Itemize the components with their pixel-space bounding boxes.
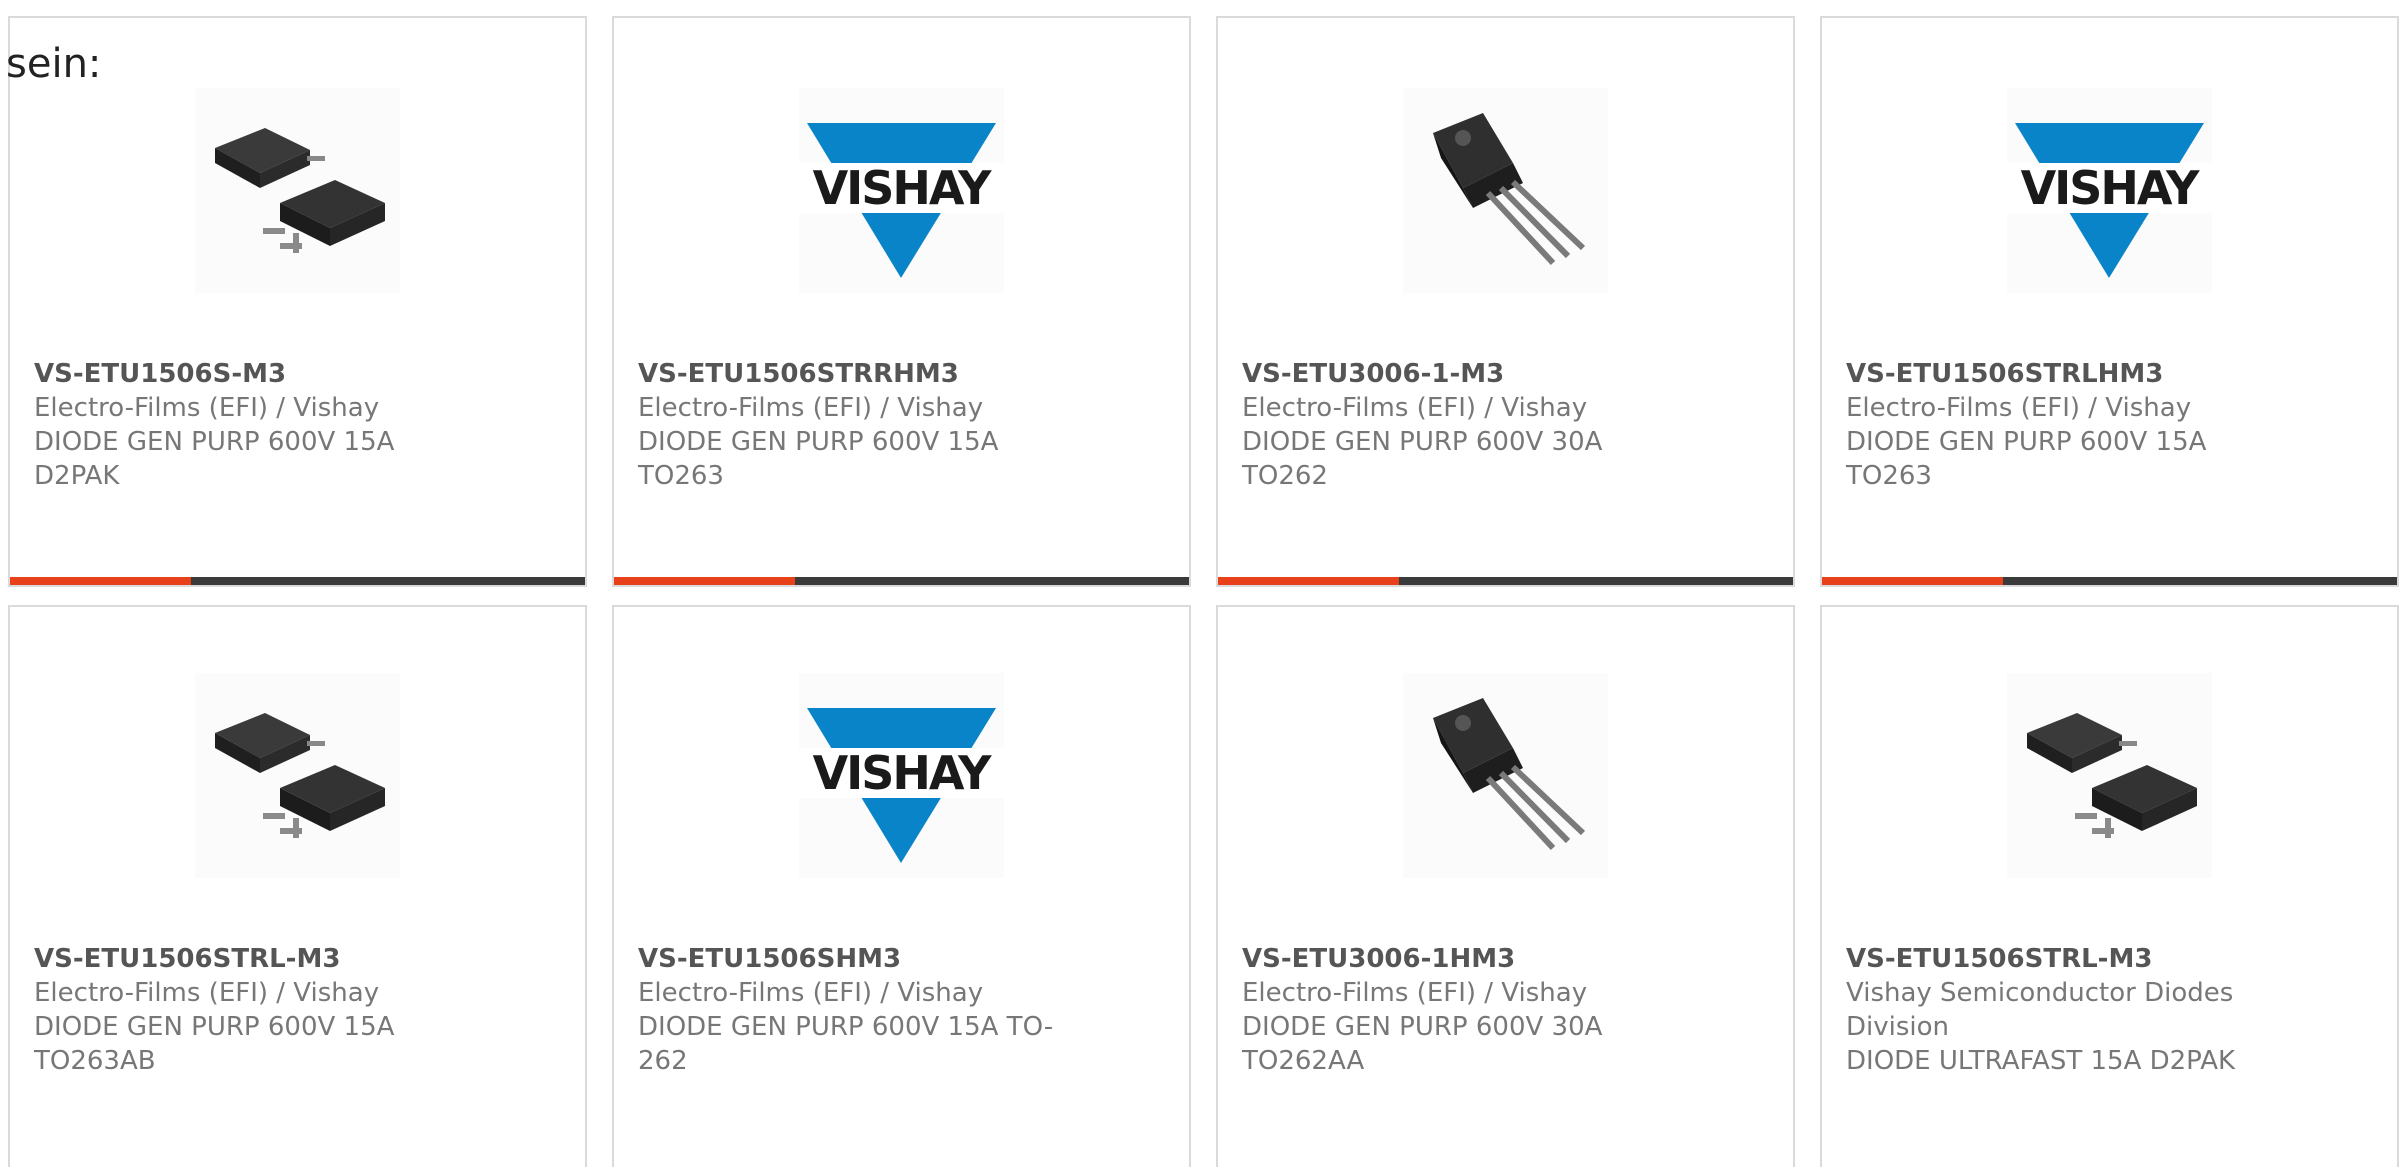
card-bottom-bar xyxy=(1822,577,2397,585)
product-details: VS-ETU1506STRRHM3 Electro-Films (EFI) / … xyxy=(638,357,1088,493)
vishay-logo: VISHAY xyxy=(799,123,1004,278)
part-number-link[interactable]: VS-ETU1506STRLHM3 xyxy=(1846,357,2296,391)
to262-package-icon xyxy=(1433,113,1586,266)
package-text: TO262 xyxy=(1242,461,1328,491)
part-number-link[interactable]: VS-ETU1506STRL-M3 xyxy=(1846,942,2296,976)
manufacturer-text: Vishay Semiconductor Diodes xyxy=(1846,978,2234,1008)
card-bar-accent xyxy=(10,577,191,585)
intro-text: sein: xyxy=(6,41,102,87)
manufacturer-text: Electro-Films (EFI) / Vishay xyxy=(638,393,984,423)
manufacturer-text: Electro-Films (EFI) / Vishay xyxy=(1242,978,1588,1008)
product-image[interactable]: VISHAY xyxy=(614,673,1189,878)
description-text: DIODE GEN PURP 600V 30A xyxy=(1242,1012,1603,1042)
product-card[interactable]: VS-ETU1506STRL-M3 Electro-Films (EFI) / … xyxy=(8,605,587,1167)
svg-text:VISHAY: VISHAY xyxy=(813,746,993,800)
product-image[interactable]: VISHAY xyxy=(614,88,1189,293)
card-bottom-bar xyxy=(1218,577,1793,585)
page: sein: VS-ETU1506S-M3 Electro-Films (EFI)… xyxy=(0,0,2400,1167)
description-text: DIODE GEN PURP 600V 15A xyxy=(34,1012,395,1042)
description-text: DIODE GEN PURP 600V 15A xyxy=(638,427,999,457)
product-image[interactable]: VISHAY xyxy=(1822,88,2397,293)
manufacturer-text: Electro-Films (EFI) / Vishay xyxy=(638,978,984,1008)
card-bar-accent xyxy=(1822,577,2003,585)
part-number-link[interactable]: VS-ETU3006-1-M3 xyxy=(1242,357,1692,391)
package-text: TO263 xyxy=(638,461,724,491)
package-text: TO263 xyxy=(1846,461,1932,491)
card-bar-accent xyxy=(614,577,795,585)
to262-package-icon xyxy=(1433,698,1586,851)
package-text: TO263AB xyxy=(34,1046,156,1076)
svg-text:VISHAY: VISHAY xyxy=(2021,161,2201,215)
product-image[interactable] xyxy=(10,673,585,878)
package-text: TO262AA xyxy=(1242,1046,1365,1076)
manufacturer-text: Electro-Films (EFI) / Vishay xyxy=(1242,393,1588,423)
vishay-logo: VISHAY xyxy=(799,708,1004,863)
card-bottom-bar xyxy=(614,577,1189,585)
description-text: DIODE GEN PURP 600V 15A TO- xyxy=(638,1012,1054,1042)
package-text: D2PAK xyxy=(34,461,120,491)
part-number-link[interactable]: VS-ETU1506STRL-M3 xyxy=(34,942,484,976)
card-bottom-bar xyxy=(10,577,585,585)
product-details: VS-ETU3006-1HM3 Electro-Films (EFI) / Vi… xyxy=(1242,942,1692,1078)
part-number-link[interactable]: VS-ETU1506SHM3 xyxy=(638,942,1088,976)
product-card[interactable]: VS-ETU3006-1HM3 Electro-Films (EFI) / Vi… xyxy=(1216,605,1795,1167)
part-number-link[interactable]: VS-ETU1506S-M3 xyxy=(34,357,484,391)
product-details: VS-ETU1506S-M3 Electro-Films (EFI) / Vis… xyxy=(34,357,484,493)
product-details: VS-ETU1506STRL-M3 Vishay Semiconductor D… xyxy=(1846,942,2296,1078)
vishay-logo: VISHAY xyxy=(2007,123,2212,278)
product-details: VS-ETU1506STRLHM3 Electro-Films (EFI) / … xyxy=(1846,357,2296,493)
product-details: VS-ETU3006-1-M3 Electro-Films (EFI) / Vi… xyxy=(1242,357,1692,493)
description-text: DIODE GEN PURP 600V 30A xyxy=(1242,427,1603,457)
d2pak-package-icon xyxy=(2027,713,2197,838)
product-card[interactable]: VS-ETU1506STRL-M3 Vishay Semiconductor D… xyxy=(1820,605,2399,1167)
product-card[interactable]: VS-ETU1506S-M3 Electro-Films (EFI) / Vis… xyxy=(8,16,587,587)
product-image[interactable] xyxy=(1218,88,1793,293)
product-card[interactable]: VISHAY VS-ETU1506STRLHM3 Electro-Films (… xyxy=(1820,16,2399,587)
manufacturer-text: Electro-Films (EFI) / Vishay xyxy=(34,978,380,1008)
product-image[interactable] xyxy=(10,88,585,293)
product-card[interactable]: VS-ETU3006-1-M3 Electro-Films (EFI) / Vi… xyxy=(1216,16,1795,587)
manufacturer-text: Electro-Films (EFI) / Vishay xyxy=(34,393,380,423)
product-details: VS-ETU1506STRL-M3 Electro-Films (EFI) / … xyxy=(34,942,484,1078)
product-grid: VS-ETU1506S-M3 Electro-Films (EFI) / Vis… xyxy=(8,16,2399,1167)
part-number-link[interactable]: VS-ETU3006-1HM3 xyxy=(1242,942,1692,976)
d2pak-package-icon xyxy=(215,713,385,838)
description-text: DIODE ULTRAFAST 15A D2PAK xyxy=(1846,1046,2236,1076)
card-bar-accent xyxy=(1218,577,1399,585)
product-image[interactable] xyxy=(1822,673,2397,878)
package-text: 262 xyxy=(638,1046,688,1076)
svg-text:VISHAY: VISHAY xyxy=(813,161,993,215)
description-text: DIODE GEN PURP 600V 15A xyxy=(34,427,395,457)
product-card[interactable]: VISHAY VS-ETU1506SHM3 Electro-Films (EFI… xyxy=(612,605,1191,1167)
manufacturer-text-continued: Division xyxy=(1846,1012,1950,1042)
d2pak-package-icon xyxy=(215,128,385,253)
part-number-link[interactable]: VS-ETU1506STRRHM3 xyxy=(638,357,1088,391)
manufacturer-text: Electro-Films (EFI) / Vishay xyxy=(1846,393,2192,423)
product-card[interactable]: VISHAY VS-ETU1506STRRHM3 Electro-Films (… xyxy=(612,16,1191,587)
product-image[interactable] xyxy=(1218,673,1793,878)
product-details: VS-ETU1506SHM3 Electro-Films (EFI) / Vis… xyxy=(638,942,1088,1078)
description-text: DIODE GEN PURP 600V 15A xyxy=(1846,427,2207,457)
